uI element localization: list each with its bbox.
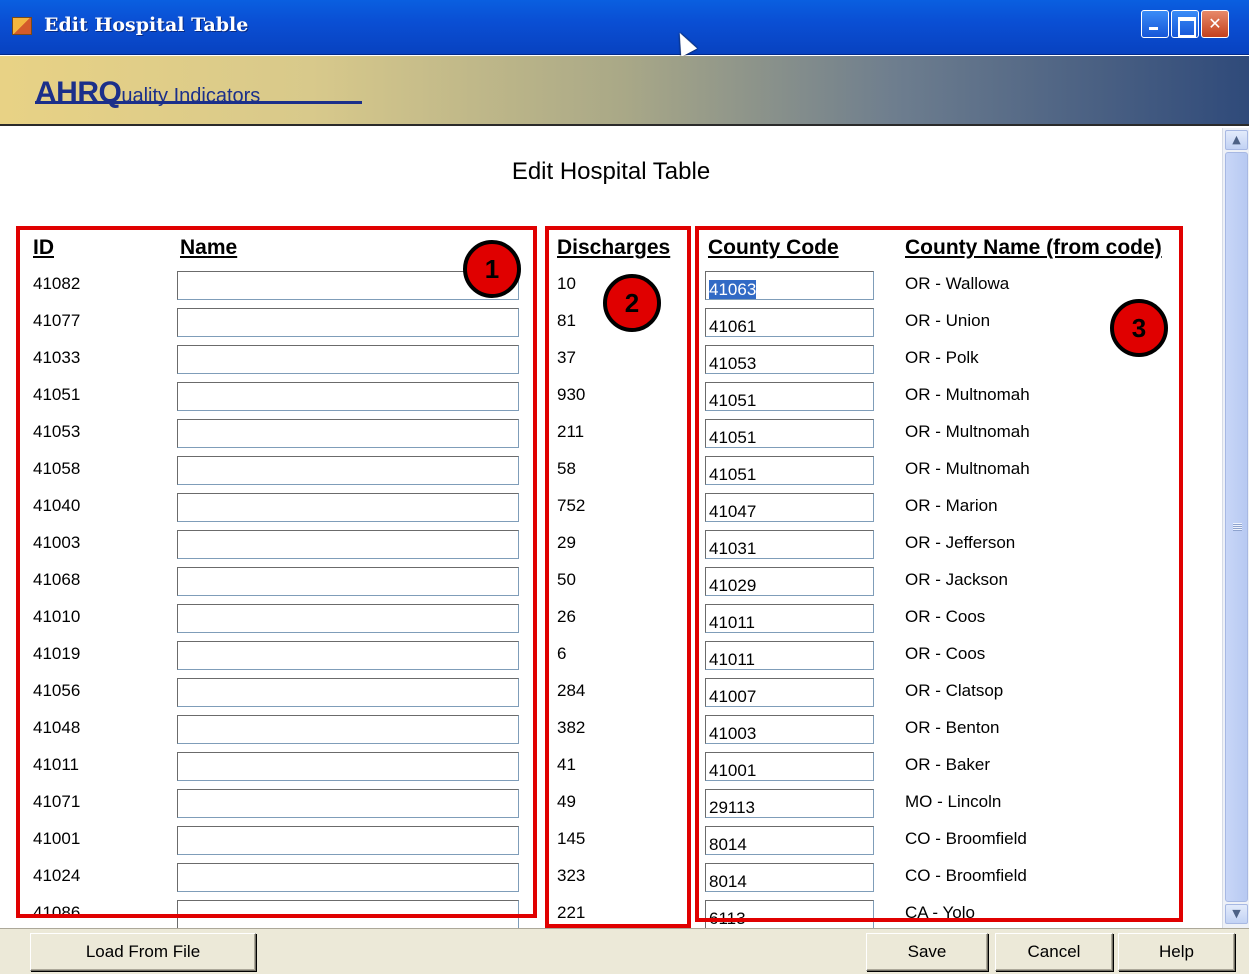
scroll-down-button[interactable]: ▼ [1225,904,1248,924]
banner: AHRQuality Indicators [0,56,1249,126]
maximize-icon [1172,11,1198,37]
minimize-icon [1142,11,1168,37]
close-icon: ✕ [1208,14,1222,33]
callout-1: 1 [463,240,521,298]
close-button[interactable]: ✕ [1201,10,1229,38]
scroll-thumb[interactable] [1225,152,1248,902]
minimize-button[interactable] [1141,10,1169,38]
grip-icon [1233,523,1242,531]
callout-2: 2 [603,274,661,332]
annotation-box-2 [545,226,691,928]
page-title: Edit Hospital Table [511,158,711,185]
hospital-table-panel: Edit Hospital Table ID Name Discharges C… [0,128,1222,929]
vertical-scrollbar[interactable]: ▲ ▼ [1222,128,1249,928]
ahrq-logo: AHRQuality Indicators [35,76,261,109]
chevron-down-icon: ▼ [1232,907,1241,920]
logo-underline [35,101,362,104]
window-title-bar[interactable]: Edit Hospital Table ✕ [0,0,1249,55]
help-button[interactable]: Help [1118,933,1235,971]
chevron-up-icon: ▲ [1232,133,1241,146]
save-button[interactable]: Save [866,933,988,971]
annotation-box-1 [16,226,537,918]
bottom-button-bar: Load From File Save Cancel Help [0,928,1249,974]
callout-3: 3 [1110,299,1168,357]
maximize-button[interactable] [1171,10,1199,38]
load-from-file-button[interactable]: Load From File [30,933,256,971]
app-window-icon[interactable] [12,17,32,35]
cancel-button[interactable]: Cancel [995,933,1113,971]
window-title: Edit Hospital Table [44,14,249,36]
scroll-up-button[interactable]: ▲ [1225,130,1248,150]
